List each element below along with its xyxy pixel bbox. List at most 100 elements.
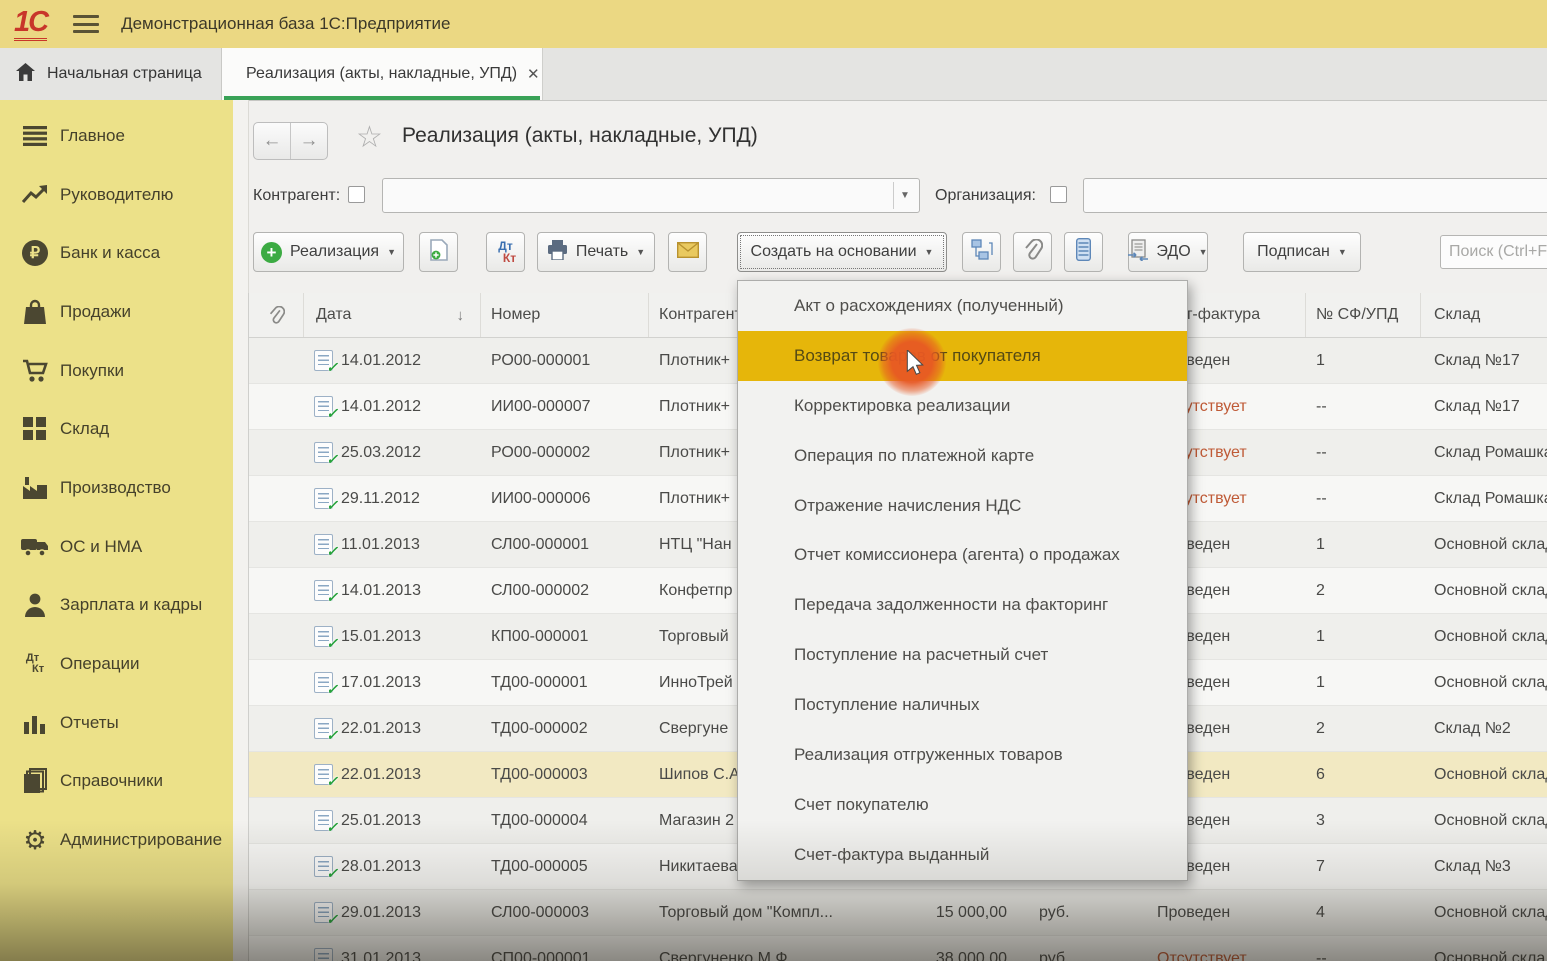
sidebar-item-purchases[interactable]: Покупки — [0, 349, 233, 393]
chevron-down-icon: ▼ — [636, 247, 645, 257]
posted-document-icon — [314, 810, 333, 831]
posted-document-icon — [314, 350, 333, 371]
tab-bar: Начальная страница Реализация (акты, нак… — [0, 48, 1547, 101]
app-window: 1С Демонстрационная база 1С:Предприятие … — [0, 0, 1547, 961]
counterparty-checkbox[interactable] — [348, 186, 365, 203]
favorite-star-icon[interactable]: ☆ — [356, 120, 383, 155]
edo-icon — [1128, 239, 1148, 266]
counterparty-select[interactable]: ▼ — [382, 178, 920, 213]
sidebar-item-label: Производство — [60, 478, 171, 498]
menu-item-vat-accrual[interactable]: Отражение начисления НДС — [738, 481, 1187, 531]
forward-button[interactable]: → — [291, 123, 327, 159]
organization-input[interactable] — [1083, 178, 1547, 213]
back-button[interactable]: ← — [254, 123, 291, 159]
grid-icon — [20, 414, 50, 444]
tab-realization-label: Реализация (акты, накладные, УПД) — [246, 65, 517, 83]
structure-icon — [971, 239, 993, 266]
sidebar-item-reports[interactable]: Отчеты — [0, 701, 233, 745]
sidebar-item-operations[interactable]: Дт Кт Операции — [0, 642, 233, 686]
sidebar-item-fixed-assets[interactable]: ОС и НМА — [0, 525, 233, 569]
print-button[interactable]: Печать ▼ — [537, 232, 655, 272]
sidebar-item-sales[interactable]: Продажи — [0, 290, 233, 334]
signed-button[interactable]: Подписан ▼ — [1243, 232, 1361, 272]
section-sidebar: Главное Руководителю ₽ Банк и касса Прод… — [0, 100, 233, 961]
menu-item-discrepancy-act[interactable]: Акт о расхождениях (полученный) — [738, 281, 1187, 331]
chevron-down-icon: ▼ — [925, 247, 934, 257]
sf-number-column-header[interactable]: № СФ/УПД — [1306, 293, 1421, 337]
mouse-cursor-icon — [903, 350, 927, 381]
search-input[interactable] — [1440, 235, 1547, 269]
posted-document-icon — [314, 672, 333, 693]
edo-button[interactable]: ЭДО ▼ — [1128, 232, 1208, 272]
sidebar-item-label: Покупки — [60, 361, 124, 381]
sidebar-item-warehouse[interactable]: Склад — [0, 407, 233, 451]
sidebar-item-label: Зарплата и кадры — [60, 595, 202, 615]
sidebar-item-label: Главное — [60, 126, 125, 146]
list-settings-button[interactable] — [1064, 232, 1103, 272]
menu-item-card-operation[interactable]: Операция по платежной карте — [738, 431, 1187, 481]
posted-document-icon — [314, 626, 333, 647]
table-row[interactable]: 31.01.2013 СП00-000001 Свергуненко М.Ф. … — [249, 936, 1547, 961]
sidebar-item-administration[interactable]: ⚙ Администрирование — [0, 818, 233, 862]
sidebar-item-production[interactable]: Производство — [0, 466, 233, 510]
sidebar-item-directories[interactable]: Справочники — [0, 759, 233, 803]
chevron-down-icon[interactable]: ▼ — [893, 182, 916, 209]
menu-item-shipped-goods[interactable]: Реализация отгруженных товаров — [738, 730, 1187, 780]
menu-item-issued-invoice[interactable]: Счет-фактура выданный — [738, 830, 1187, 880]
sidebar-item-label: Склад — [60, 419, 109, 439]
sidebar-item-bank-cash[interactable]: ₽ Банк и касса — [0, 231, 233, 275]
sidebar-item-label: Руководителю — [60, 185, 173, 205]
menu-item-commission-report[interactable]: Отчет комиссионера (агента) о продажах — [738, 530, 1187, 580]
active-tab-indicator — [224, 96, 540, 100]
menu-item-goods-return[interactable]: Возврат товаров от покупателя — [738, 331, 1187, 381]
copy-document-button[interactable] — [419, 232, 458, 272]
edo-label: ЭДО — [1156, 243, 1190, 261]
attachments-button[interactable] — [1013, 232, 1052, 272]
dtkt-button[interactable]: ДтКт — [486, 232, 525, 272]
menu-item-buyer-invoice[interactable]: Счет покупателю — [738, 780, 1187, 830]
data-list-icon — [1076, 238, 1091, 266]
tab-close-icon[interactable]: ✕ — [527, 65, 540, 83]
cart-icon — [20, 356, 50, 386]
organization-checkbox[interactable] — [1050, 186, 1067, 203]
history-nav: ← → — [253, 122, 328, 160]
tab-home[interactable]: Начальная страница — [0, 48, 222, 100]
menu-lines-icon — [20, 121, 50, 151]
menu-item-sales-correction[interactable]: Корректировка реализации — [738, 381, 1187, 431]
create-based-on-button[interactable]: Создать на основании ▼ — [737, 232, 947, 272]
sidebar-item-label: Банк и касса — [60, 243, 160, 263]
attachment-column-header[interactable] — [249, 293, 304, 337]
sidebar-item-label: Операции — [60, 654, 140, 674]
create-realization-label: Реализация — [290, 243, 379, 261]
chevron-down-icon: ▼ — [387, 247, 396, 257]
structure-button[interactable] — [962, 232, 1001, 272]
new-document-icon — [430, 239, 448, 266]
posted-document-icon — [314, 580, 333, 601]
tab-realization[interactable]: Реализация (акты, накладные, УПД) ✕ — [222, 48, 543, 100]
sidebar-item-main[interactable]: Главное — [0, 114, 233, 158]
posted-document-icon — [314, 488, 333, 509]
sidebar-item-payroll[interactable]: Зарплата и кадры — [0, 583, 233, 627]
date-column-header[interactable]: Дата↓ — [304, 293, 481, 337]
menu-item-factoring[interactable]: Передача задолженности на факторинг — [738, 580, 1187, 630]
sidebar-item-manager[interactable]: Руководителю — [0, 173, 233, 217]
menu-item-cash-receipt[interactable]: Поступление наличных — [738, 680, 1187, 730]
chevron-down-icon: ▼ — [1338, 247, 1347, 257]
tab-home-label: Начальная страница — [47, 65, 202, 83]
chevron-down-icon: ▼ — [1199, 247, 1208, 257]
number-column-header[interactable]: Номер — [481, 293, 649, 337]
main-menu-icon[interactable] — [73, 15, 99, 33]
create-realization-button[interactable]: + Реализация ▼ — [253, 232, 404, 272]
trend-icon — [20, 180, 50, 210]
posted-document-icon — [314, 442, 333, 463]
books-icon — [20, 766, 50, 796]
paperclip-icon — [1023, 239, 1043, 266]
factory-icon — [20, 473, 50, 503]
table-row[interactable]: 29.01.2013 СЛ00-000003 Торговый дом "Ком… — [249, 890, 1547, 936]
warehouse-column-header[interactable]: Склад — [1421, 293, 1547, 337]
posted-document-icon — [314, 718, 333, 739]
menu-item-bank-receipt[interactable]: Поступление на расчетный счет — [738, 630, 1187, 680]
1c-logo-icon: 1С — [14, 8, 47, 41]
mail-button[interactable] — [668, 232, 707, 272]
posted-document-icon — [314, 902, 333, 923]
